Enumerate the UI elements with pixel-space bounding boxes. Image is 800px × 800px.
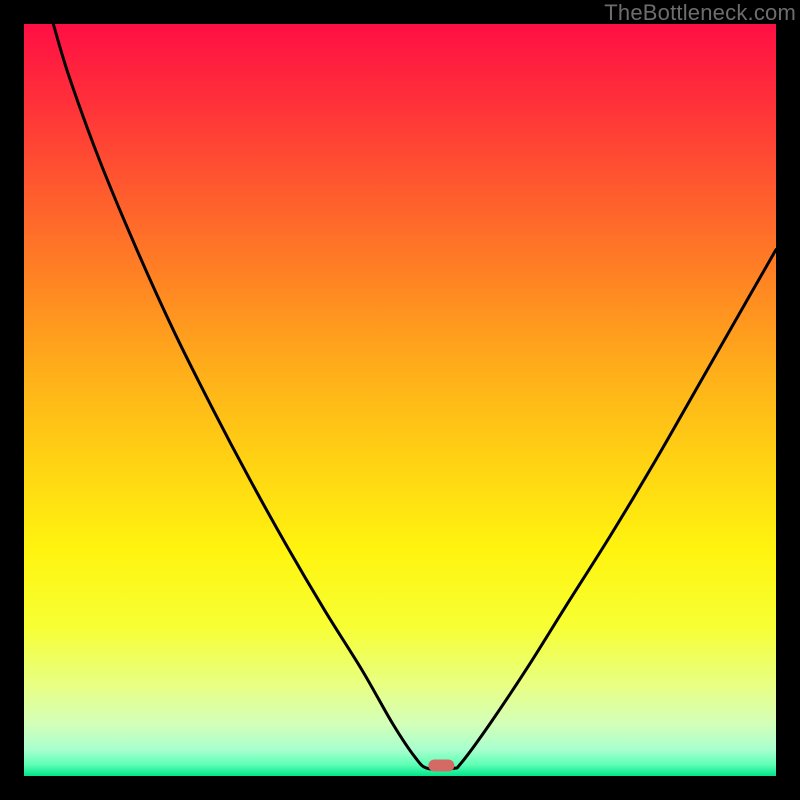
plot-area — [24, 24, 776, 776]
bottleneck-chart — [24, 24, 776, 776]
optimal-marker — [428, 759, 454, 771]
chart-frame: TheBottleneck.com — [0, 0, 800, 800]
watermark-text: TheBottleneck.com — [604, 0, 796, 26]
gradient-background — [24, 24, 776, 776]
